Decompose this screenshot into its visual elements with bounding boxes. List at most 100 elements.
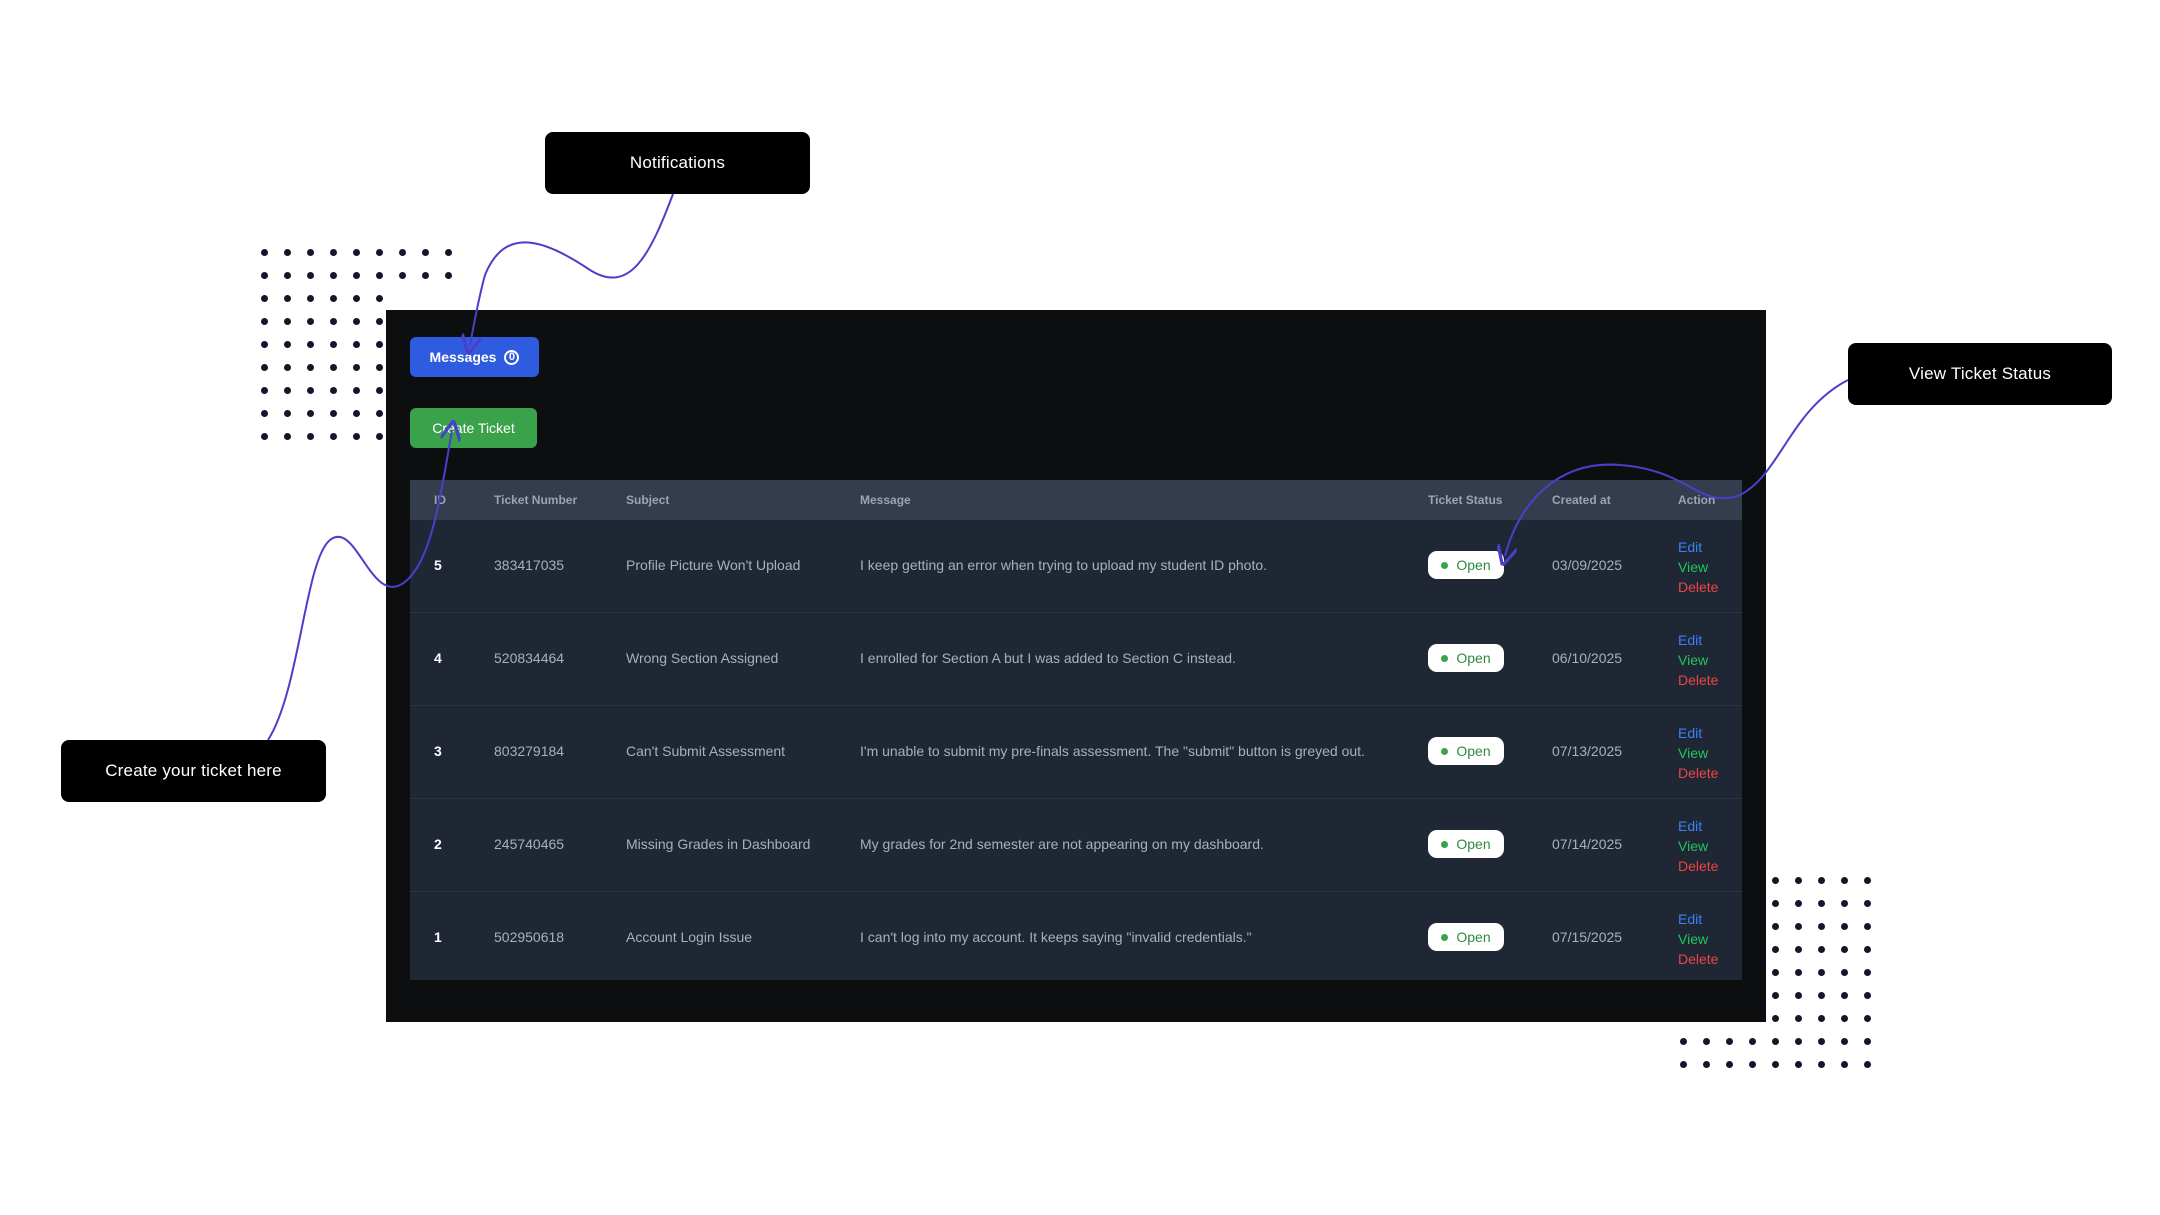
dot <box>253 333 276 356</box>
delete-link[interactable]: Delete <box>1678 856 1718 876</box>
notifications-callout: Notifications <box>545 132 810 194</box>
cell-message: I can't log into my account. It keeps sa… <box>860 929 1252 945</box>
dot <box>1833 892 1856 915</box>
table-row: 3 803279184 Can't Submit Assessment I'm una… <box>410 705 1742 798</box>
dot <box>1787 1030 1810 1053</box>
dot <box>345 287 368 310</box>
cell-id: 4 <box>434 650 442 666</box>
dot <box>1741 1053 1764 1076</box>
dot <box>276 402 299 425</box>
status-text: Open <box>1456 650 1491 666</box>
dot <box>1718 1030 1741 1053</box>
dot <box>345 333 368 356</box>
cell-subject: Missing Grades in Dashboard <box>626 836 811 852</box>
tickets-table: ID Ticket Number Subject Message Ticket … <box>410 480 1742 980</box>
dot <box>1856 892 1879 915</box>
edit-link[interactable]: Edit <box>1678 816 1718 836</box>
delete-link[interactable]: Delete <box>1678 949 1718 969</box>
row-actions: Edit View Delete <box>1678 816 1718 876</box>
status-badge: Open <box>1428 551 1504 579</box>
dot <box>253 287 276 310</box>
dot <box>1787 961 1810 984</box>
delete-link[interactable]: Delete <box>1678 670 1718 690</box>
dot <box>1741 1030 1764 1053</box>
status-badge: Open <box>1428 737 1504 765</box>
dot <box>253 310 276 333</box>
messages-button[interactable]: Messages 0 <box>410 337 539 377</box>
cell-id: 3 <box>434 743 442 759</box>
dot <box>1856 869 1879 892</box>
dot <box>1672 1053 1695 1076</box>
dot <box>1764 892 1787 915</box>
cell-created-at: 07/13/2025 <box>1552 743 1623 759</box>
dot <box>368 287 391 310</box>
status-text: Open <box>1456 929 1491 945</box>
dot <box>391 264 414 287</box>
cell-ticket-number: 520834464 <box>494 650 565 666</box>
status-dot-icon <box>1441 840 1449 848</box>
view-link[interactable]: View <box>1678 836 1718 856</box>
dot <box>253 402 276 425</box>
dot <box>1833 915 1856 938</box>
dot <box>1787 892 1810 915</box>
dot <box>322 241 345 264</box>
view-link[interactable]: View <box>1678 650 1718 670</box>
dot <box>1810 1007 1833 1030</box>
cell-created-at: 07/15/2025 <box>1552 929 1623 945</box>
dot <box>368 241 391 264</box>
dot <box>1856 938 1879 961</box>
dot <box>276 241 299 264</box>
dot <box>1787 1007 1810 1030</box>
row-actions: Edit View Delete <box>1678 630 1718 690</box>
dot <box>1810 1030 1833 1053</box>
dot <box>1833 1007 1856 1030</box>
dot <box>276 379 299 402</box>
dot <box>1833 869 1856 892</box>
dot <box>1833 1030 1856 1053</box>
dot <box>322 333 345 356</box>
view-link[interactable]: View <box>1678 557 1718 577</box>
cell-subject: Can't Submit Assessment <box>626 743 786 759</box>
dot <box>1833 1053 1856 1076</box>
messages-count-badge: 0 <box>504 349 520 365</box>
edit-link[interactable]: Edit <box>1678 909 1718 929</box>
dot <box>1856 961 1879 984</box>
dot <box>1764 984 1787 1007</box>
view-link[interactable]: View <box>1678 929 1718 949</box>
status-dot-icon <box>1441 933 1449 941</box>
delete-link[interactable]: Delete <box>1678 577 1718 597</box>
dot <box>299 425 322 448</box>
dot <box>253 379 276 402</box>
create-ticket-button[interactable]: Create Ticket <box>410 408 537 448</box>
delete-link[interactable]: Delete <box>1678 763 1718 783</box>
dot <box>437 264 460 287</box>
dot <box>299 241 322 264</box>
dot <box>1695 1030 1718 1053</box>
cell-id: 5 <box>434 557 442 573</box>
dot <box>253 425 276 448</box>
dot <box>414 241 437 264</box>
create-ticket-callout: Create your ticket here <box>61 740 326 802</box>
ticket-dashboard-panel: Messages 0 Create Ticket ID Ticket Numbe… <box>386 310 1766 1022</box>
dot <box>1764 961 1787 984</box>
dot <box>276 425 299 448</box>
dot <box>345 379 368 402</box>
edit-link[interactable]: Edit <box>1678 723 1718 743</box>
dot <box>1810 984 1833 1007</box>
dot <box>1787 984 1810 1007</box>
dot <box>1810 938 1833 961</box>
dot <box>322 264 345 287</box>
dot <box>276 356 299 379</box>
dot <box>1764 1053 1787 1076</box>
edit-link[interactable]: Edit <box>1678 630 1718 650</box>
dot <box>1856 1007 1879 1030</box>
dot <box>322 356 345 379</box>
dot <box>345 356 368 379</box>
view-link[interactable]: View <box>1678 743 1718 763</box>
edit-link[interactable]: Edit <box>1678 537 1718 557</box>
header-ticket-status: Ticket Status <box>1428 493 1503 507</box>
dot <box>1856 984 1879 1007</box>
header-ticket-number: Ticket Number <box>494 493 578 507</box>
view-ticket-status-callout: View Ticket Status <box>1848 343 2112 405</box>
header-action: Action <box>1678 493 1716 507</box>
